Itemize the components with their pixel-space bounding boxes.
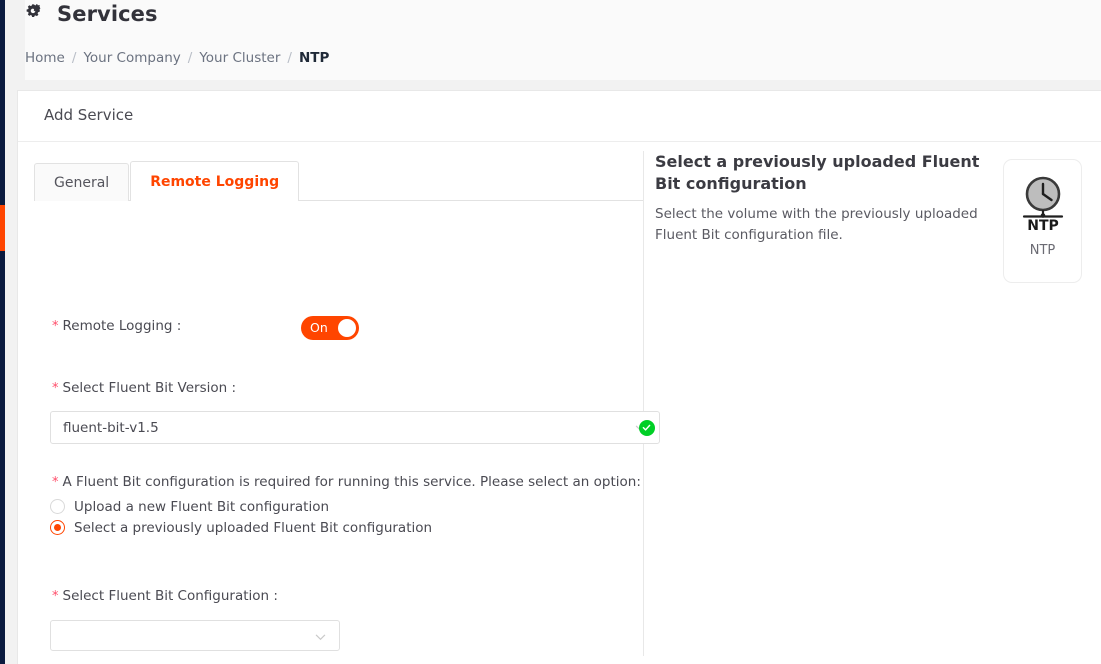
fluent-bit-configuration-label: * Select Fluent Bit Configuration : [52,588,278,604]
ntp-icon-text: NTP [1027,218,1059,233]
info-panel: Select a previously uploaded Fluent Bit … [655,151,985,246]
valid-check-circle [638,419,655,436]
ntp-clock-icon: NTP [1016,175,1070,234]
configuration-option-prompt-text: A Fluent Bit configuration is required f… [62,474,641,490]
tab-remote-logging-label: Remote Logging [150,173,280,190]
fluent-bit-version-label-text: Select Fluent Bit Version : [62,380,237,396]
chevron-down-icon [315,632,326,643]
remote-logging-label-text: Remote Logging : [62,318,182,334]
app-root: Services Home / Your Company / Your Clus… [0,0,1101,664]
valid-check-icon [630,411,663,444]
fluent-bit-configuration-label-text: Select Fluent Bit Configuration : [62,588,278,604]
radio-icon-unselected [50,499,65,514]
remote-logging-toggle[interactable]: On [301,316,359,340]
required-marker: * [52,589,59,604]
breadcrumb-separator: / [71,50,77,66]
page-title: Services [57,2,158,26]
radio-option-upload-new-label: Upload a new Fluent Bit configuration [74,498,330,515]
breadcrumb-separator: / [187,50,193,66]
radio-icon-selected [50,520,65,535]
breadcrumb-item-your-company[interactable]: Your Company [83,50,180,66]
tab-general[interactable]: General [34,163,130,201]
radio-option-select-previous-label: Select a previously uploaded Fluent Bit … [74,519,433,536]
required-marker: * [52,319,59,334]
fluent-bit-version-label: * Select Fluent Bit Version : [52,380,236,396]
configuration-option-prompt: * A Fluent Bit configuration is required… [52,474,652,490]
toggle-knob [338,319,356,337]
required-marker: * [52,381,59,396]
tab-bar: General Remote Logging [34,161,300,201]
tab-remote-logging[interactable]: Remote Logging [130,161,300,201]
breadcrumb-item-ntp: NTP [298,50,330,66]
radio-option-select-previous[interactable]: Select a previously uploaded Fluent Bit … [50,517,432,538]
cogs-icon [25,3,48,25]
remote-logging-toggle-state: On [310,320,328,335]
required-marker: * [52,475,59,490]
fluent-bit-version-value: fluent-bit-v1.5 [63,420,159,436]
breadcrumb-item-your-cluster[interactable]: Your Cluster [199,50,280,66]
info-panel-body: Select the volume with the previously up… [655,206,978,244]
radio-option-upload-new[interactable]: Upload a new Fluent Bit configuration [50,496,432,517]
configuration-option-radio-group: Upload a new Fluent Bit configuration Se… [50,496,432,538]
breadcrumb: Home / Your Company / Your Cluster / NTP [25,50,329,66]
service-badge-ntp-label: NTP [1029,243,1056,258]
panel-divider [643,151,644,656]
breadcrumb-item-home[interactable]: Home [25,50,65,66]
page-header: Services Home / Your Company / Your Clus… [25,0,1101,80]
service-badge-ntp[interactable]: NTP NTP [1003,159,1082,283]
breadcrumb-separator: / [287,50,292,66]
add-service-card: Add Service General Remote Logging * Rem… [17,90,1101,664]
fluent-bit-version-select[interactable]: fluent-bit-v1.5 [50,411,660,444]
page-title-row: Services [25,2,158,26]
tab-general-label: General [54,174,110,191]
remote-logging-field: * Remote Logging : On [52,316,644,340]
info-panel-title: Select a previously uploaded Fluent Bit … [655,152,980,194]
card-header: Add Service [18,91,1101,142]
fluent-bit-configuration-select[interactable] [50,620,340,651]
remote-logging-label: * Remote Logging : [52,318,181,334]
card-title: Add Service [44,106,134,124]
